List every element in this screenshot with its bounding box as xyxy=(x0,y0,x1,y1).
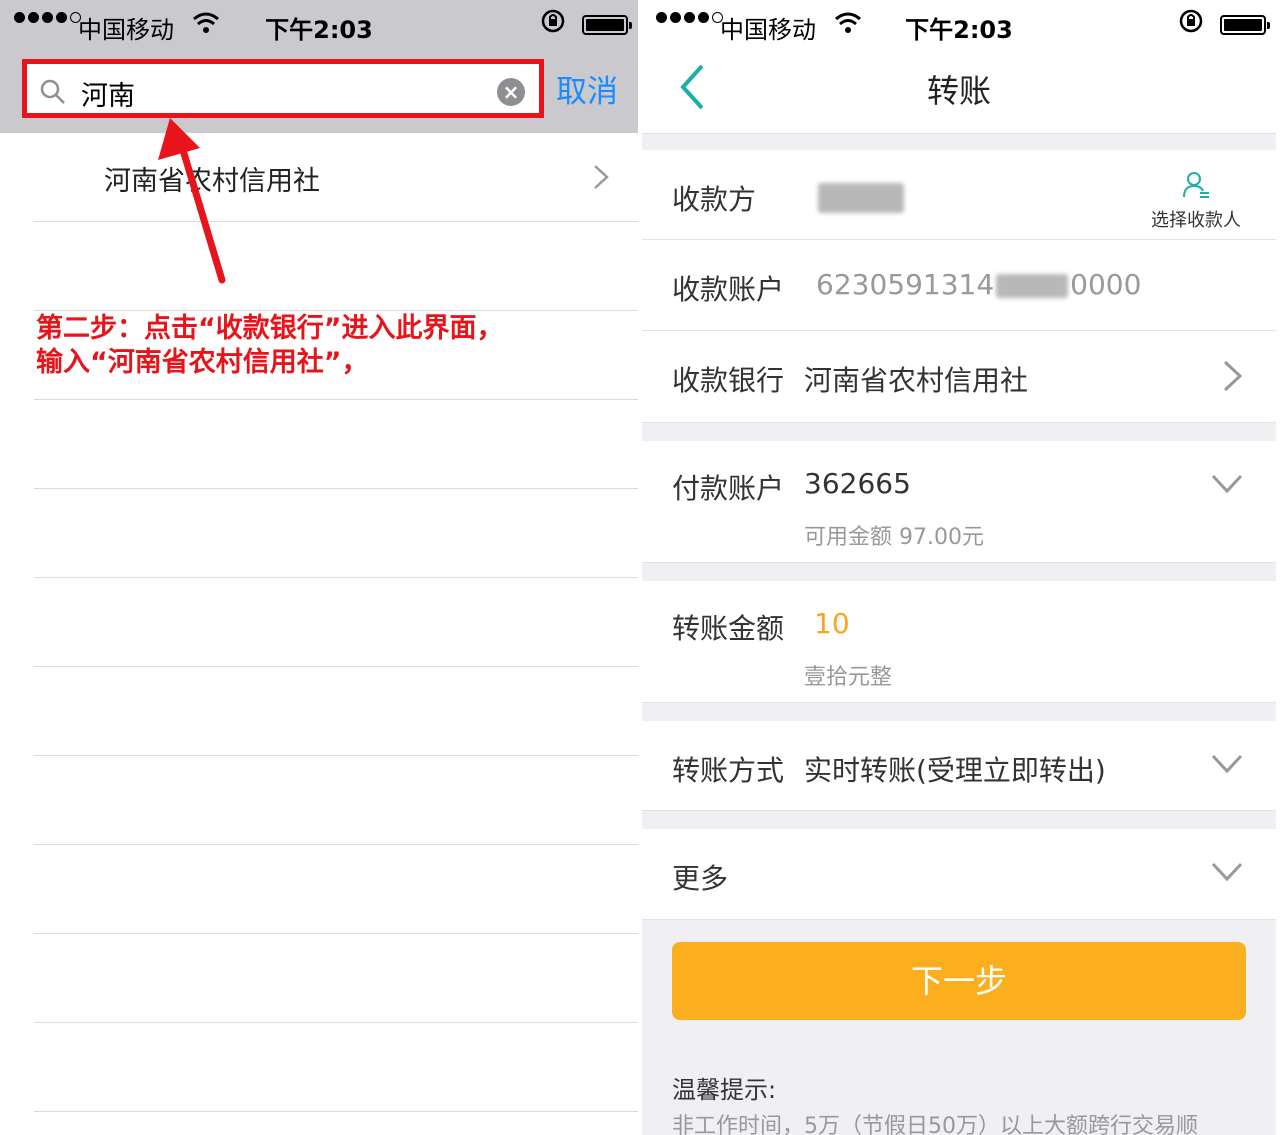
battery-icon xyxy=(1220,15,1270,35)
list-item xyxy=(34,934,638,1023)
chevron-right-icon xyxy=(594,165,609,189)
clear-icon[interactable]: × xyxy=(497,78,525,106)
select-payee-button[interactable]: 选择收款人 xyxy=(1146,170,1246,232)
search-icon xyxy=(40,79,65,104)
cancel-button[interactable]: 取消 xyxy=(556,66,618,111)
rotation-lock-icon xyxy=(541,9,565,33)
rotation-lock-icon xyxy=(1179,9,1203,33)
list-item xyxy=(34,756,638,845)
contact-icon xyxy=(1183,172,1209,198)
more-label: 更多 xyxy=(672,862,729,895)
payee-bank-row[interactable]: 收款银行 河南省农村信用社 xyxy=(642,331,1276,423)
list-item xyxy=(34,578,638,667)
search-input[interactable]: 河南 xyxy=(81,74,135,113)
chevron-down-icon xyxy=(1211,754,1243,774)
account-prefix: 6230591314 xyxy=(816,268,995,301)
next-step-button[interactable]: 下一步 xyxy=(672,942,1246,1020)
list-item xyxy=(34,400,638,489)
list-item xyxy=(34,1023,638,1112)
chevron-right-icon xyxy=(1223,360,1243,392)
payee-account-label: 收款账户 xyxy=(672,273,785,306)
tips-title: 温馨提示: xyxy=(672,1076,777,1104)
transfer-mode-value: 实时转账(受理立即转出) xyxy=(804,754,1106,787)
payee-account-row[interactable]: 收款账户 6230591314 0000 xyxy=(642,240,1276,331)
section-divider xyxy=(642,423,1276,441)
list-item xyxy=(34,489,638,578)
instruction-annotation: 第二步：点击“收款银行”进入此界面， 输入“河南省农村信用社”， xyxy=(36,312,616,380)
bottom-area: 下一步 温馨提示: 非工作时间，5万（节假日50万）以上大额跨行交易顺 xyxy=(642,920,1276,1135)
search-highlight-box: 河南 × xyxy=(22,59,544,118)
payee-row[interactable]: 收款方 选择收款人 xyxy=(642,150,1276,240)
payee-label: 收款方 xyxy=(672,183,757,216)
masked-digits xyxy=(996,274,1069,298)
status-bar: 中国移动 下午2:03 xyxy=(642,0,1276,50)
payee-name-masked xyxy=(818,180,904,213)
payee-account-value[interactable]: 6230591314 0000 xyxy=(816,268,1141,301)
transfer-screen: 中国移动 下午2:03 转账 收款方 选择收款人 收款账户 6230591314… xyxy=(642,0,1276,1135)
tips-text: 非工作时间，5万（节假日50万）以上大额跨行交易顺 xyxy=(672,1114,1198,1135)
annotation-line-1: 第二步：点击“收款银行”进入此界面， xyxy=(36,313,504,344)
amount-in-words: 壹拾元整 xyxy=(804,665,893,690)
amount-label: 转账金额 xyxy=(672,612,785,645)
payer-account-label: 付款账户 xyxy=(672,472,785,505)
bank-search-screen: 中国移动 下午2:03 河南 × 取消 河南省农村信用社 第二步：点击“收款银行… xyxy=(0,0,638,1135)
section-divider xyxy=(642,703,1276,721)
search-field[interactable]: 河南 × xyxy=(33,70,533,112)
search-results-list: 河南省农村信用社 xyxy=(34,133,638,1112)
section-divider xyxy=(642,134,1276,150)
section-divider xyxy=(642,563,1276,581)
payer-account-value: 362665 xyxy=(804,467,911,500)
account-suffix: 0000 xyxy=(1070,268,1142,301)
section-divider xyxy=(642,811,1276,829)
chevron-down-icon xyxy=(1211,474,1243,494)
list-item xyxy=(34,222,638,311)
available-balance: 可用金额 97.00元 xyxy=(804,525,984,550)
transfer-mode-label: 转账方式 xyxy=(672,754,785,787)
payee-bank-value: 河南省农村信用社 xyxy=(804,364,1029,397)
more-row[interactable]: 更多 xyxy=(642,829,1276,920)
nav-bar: 转账 xyxy=(642,50,1276,134)
amount-row[interactable]: 转账金额 10 壹拾元整 xyxy=(642,581,1276,703)
chevron-down-icon xyxy=(1211,862,1243,882)
payee-bank-label: 收款银行 xyxy=(672,364,785,397)
battery-icon xyxy=(582,15,632,35)
status-bar: 中国移动 下午2:03 xyxy=(0,0,638,50)
list-item[interactable]: 河南省农村信用社 xyxy=(34,133,638,222)
result-label: 河南省农村信用社 xyxy=(104,166,320,197)
transfer-mode-row[interactable]: 转账方式 实时转账(受理立即转出) xyxy=(642,721,1276,811)
annotation-line-2: 输入“河南省农村信用社”， xyxy=(36,347,369,378)
payer-account-row[interactable]: 付款账户 362665 可用金额 97.00元 xyxy=(642,441,1276,563)
select-payee-label: 选择收款人 xyxy=(1151,210,1241,231)
page-title: 转账 xyxy=(926,72,991,110)
list-item xyxy=(34,667,638,756)
list-item xyxy=(34,845,638,934)
amount-input[interactable]: 10 xyxy=(814,607,850,640)
search-header: 中国移动 下午2:03 河南 × 取消 xyxy=(0,0,638,133)
